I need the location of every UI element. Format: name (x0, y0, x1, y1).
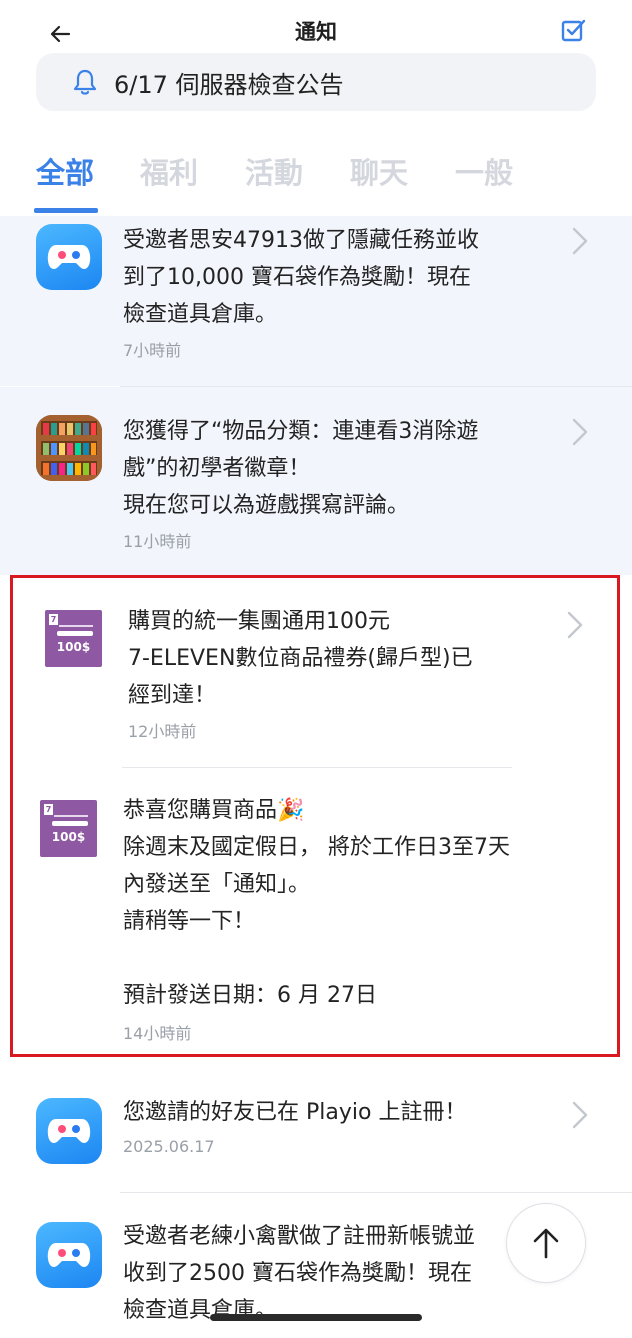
notification-time: 7小時前 (123, 341, 182, 360)
game-controller-icon (36, 224, 102, 290)
game-controller-icon (36, 1098, 102, 1164)
checkbox-edit-icon (561, 19, 586, 42)
tab-chat[interactable]: 聊天 (350, 150, 408, 192)
arrow-up-icon (533, 1228, 559, 1259)
notification-text: 受邀者老練小禽獸做了註冊新帳號並 收到了2500 寶石袋作為獎勵！現在 檢查道具… (123, 1224, 476, 1323)
highlight-box (10, 575, 620, 1057)
shelf-game-icon (36, 415, 102, 481)
chevron-right-icon (572, 1101, 588, 1129)
tab-events[interactable]: 活動 (245, 150, 303, 192)
bell-icon (73, 69, 97, 95)
notification-item[interactable]: 您邀請的好友已在 Playio 上註冊！ 2025.06.17 (0, 1080, 632, 1190)
notification-item[interactable]: 受邀者思安47913做了隱藏任務並收 到了10,000 寶石袋作為獎勵！現在 檢… (0, 216, 632, 386)
game-controller-icon (36, 1222, 102, 1288)
category-tabs: 全部 福利 活動 聊天 一般 (0, 140, 632, 216)
notification-text: 您獲得了“物品分類：連連看3消除遊 戲”的初學者徽章！ 現在您可以為遊戲撰寫評論… (123, 419, 479, 518)
notification-time: 2025.06.17 (123, 1137, 215, 1156)
active-tab-indicator (34, 208, 98, 213)
tab-benefits[interactable]: 福利 (140, 150, 198, 192)
announcement-text: 6/17 伺服器檢查公告 (114, 70, 344, 99)
select-all-button[interactable] (560, 18, 592, 50)
notification-text: 您邀請的好友已在 Playio 上註冊！ (123, 1100, 467, 1125)
divider (120, 1192, 632, 1193)
notification-time: 11小時前 (123, 532, 192, 551)
home-indicator[interactable] (210, 1314, 422, 1321)
announcement-banner[interactable]: 6/17 伺服器檢查公告 (36, 53, 596, 111)
notification-text: 受邀者思安47913做了隱藏任務並收 到了10,000 寶石袋作為獎勵！現在 檢… (123, 228, 479, 327)
page-title: 通知 (295, 20, 337, 44)
notification-item[interactable]: 您獲得了“物品分類：連連看3消除遊 戲”的初學者徽章！ 現在您可以為遊戲撰寫評論… (0, 387, 632, 575)
scroll-to-top-button[interactable] (506, 1203, 586, 1283)
tab-general[interactable]: 一般 (455, 150, 513, 192)
chevron-right-icon (572, 227, 588, 255)
chevron-right-icon (572, 418, 588, 446)
tab-all[interactable]: 全部 (36, 150, 94, 192)
